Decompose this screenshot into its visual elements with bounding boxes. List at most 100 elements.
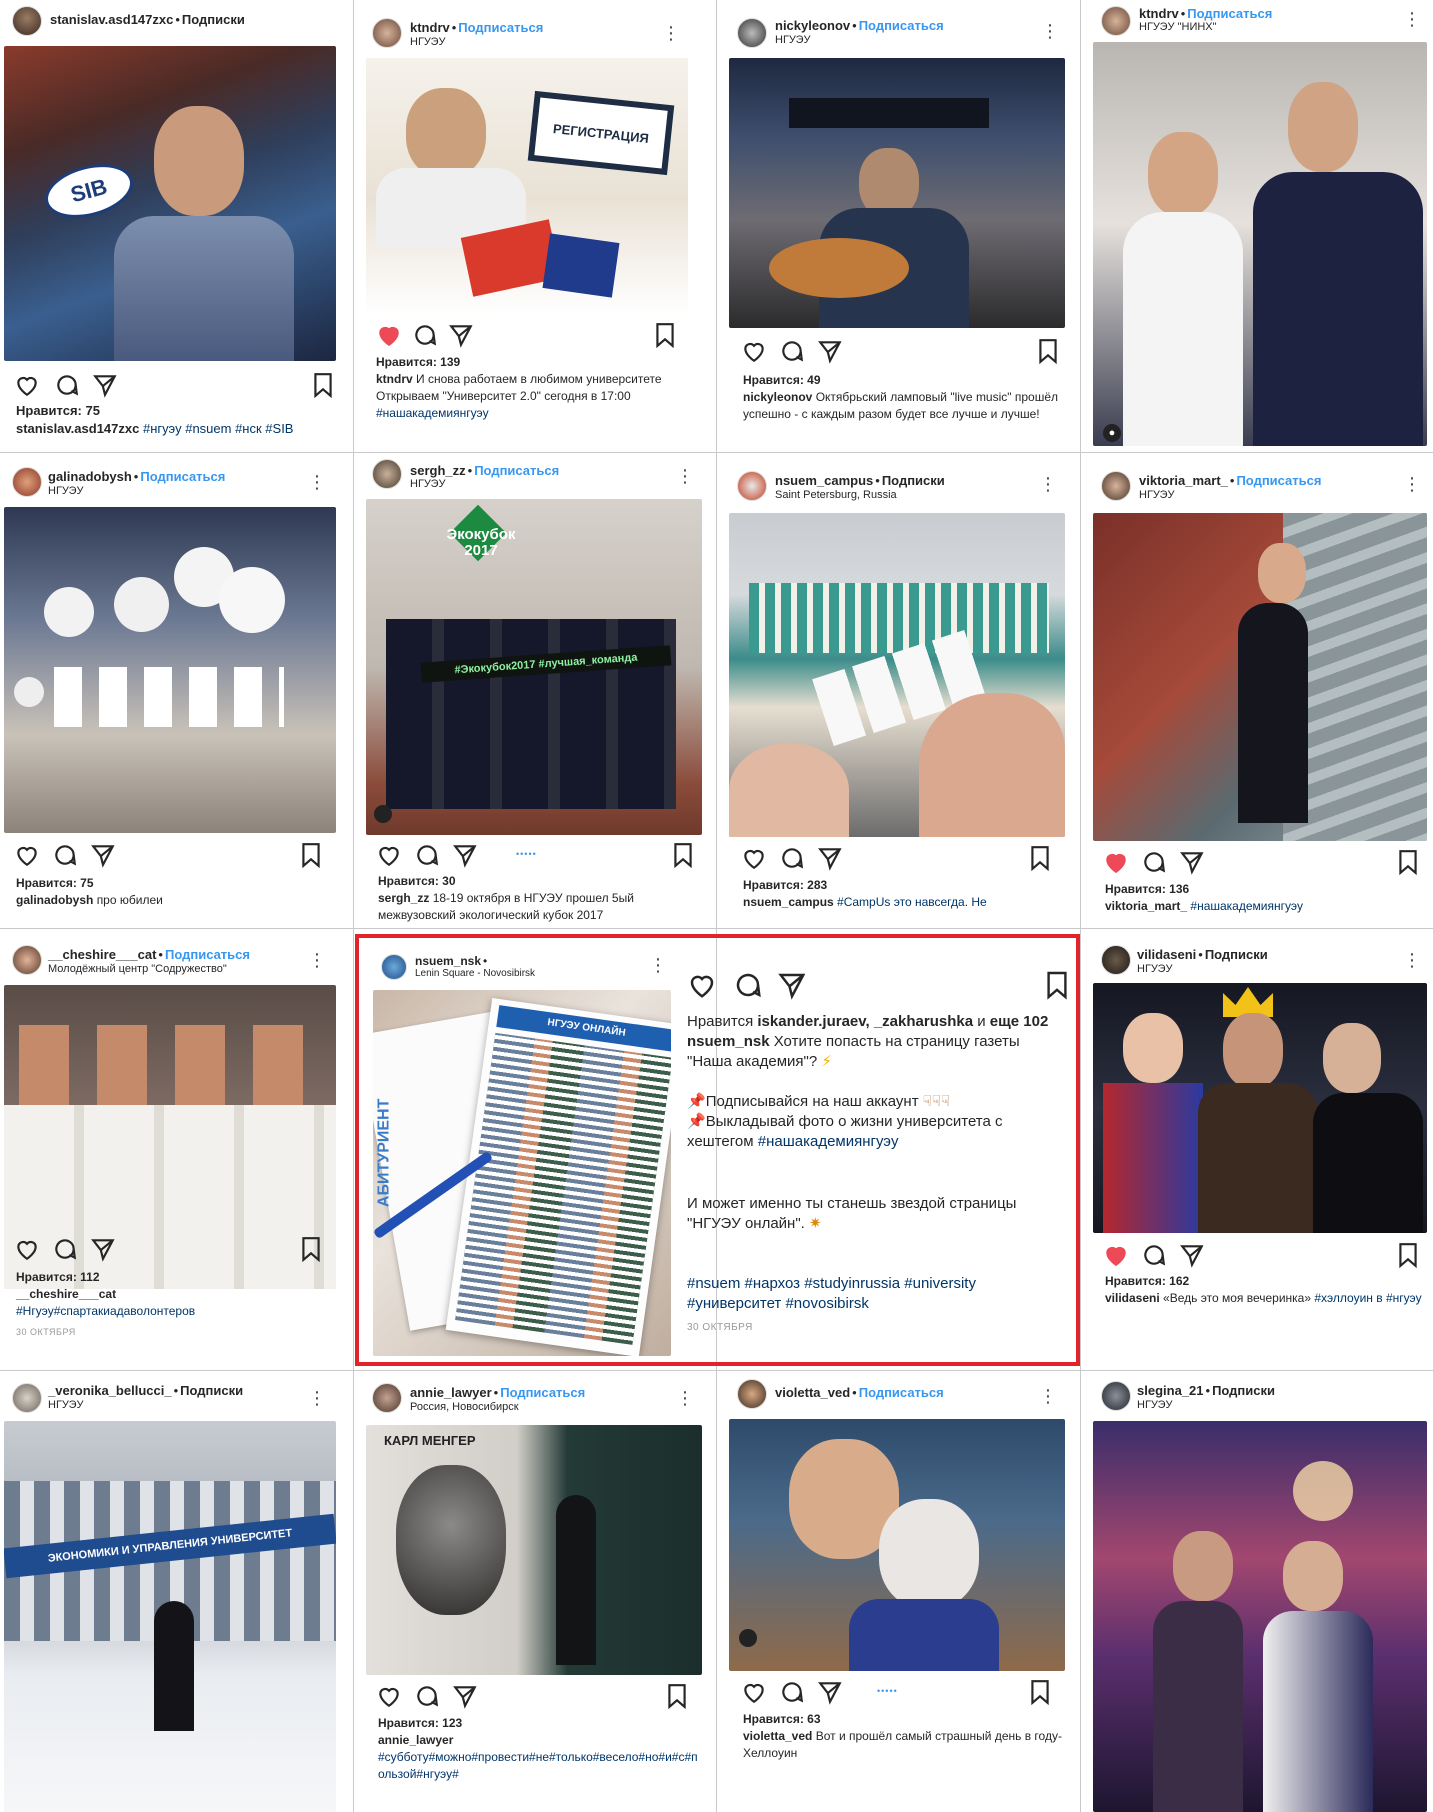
heart-icon[interactable] [741, 338, 767, 364]
post-location[interactable]: Молодёжный центр "Содружество" [48, 963, 227, 975]
post-photo[interactable]: АБИТУРИЕНТ НГУЭУ ОНЛАЙН [373, 990, 671, 1356]
post-photo[interactable]: Экокубок 2017 #Экокубок2017 #лучшая_кома… [366, 499, 702, 835]
more-icon[interactable]: ⋮ [1403, 951, 1427, 969]
heart-icon[interactable] [376, 322, 402, 348]
avatar[interactable] [1101, 471, 1131, 501]
comment-icon[interactable] [52, 842, 78, 868]
username[interactable]: annie_lawyer [410, 1385, 492, 1400]
more-icon[interactable]: ⋮ [1041, 22, 1073, 40]
avatar[interactable] [372, 1383, 402, 1413]
caption-username[interactable]: annie_lawyer [378, 1733, 453, 1747]
likes-more[interactable]: еще 102 [990, 1013, 1049, 1030]
post-location[interactable]: Saint Petersburg, Russia [775, 489, 897, 501]
comment-icon[interactable] [1141, 849, 1167, 875]
post-photo[interactable] [4, 507, 336, 833]
hashtags[interactable]: #субботу#можно#провести#не#только#весело… [378, 1749, 704, 1783]
likes-count[interactable]: Нравится: 49 [743, 372, 1063, 389]
username[interactable]: nickyleonov [775, 18, 850, 33]
likes-count[interactable]: Нравится: 30 [378, 873, 698, 890]
post-location[interactable]: НГУЭУ [1137, 1399, 1173, 1411]
bookmark-icon[interactable] [1037, 338, 1059, 364]
heart-icon[interactable] [14, 372, 40, 398]
likes-count[interactable]: Нравится: 112 [16, 1269, 336, 1286]
post-photo[interactable] [729, 58, 1065, 328]
username[interactable]: slegina_21 [1137, 1383, 1204, 1398]
caption-username[interactable]: sergh_zz [378, 891, 429, 905]
avatar[interactable] [12, 467, 42, 497]
avatar[interactable] [737, 1379, 767, 1409]
share-icon[interactable] [817, 845, 843, 871]
avatar[interactable] [1101, 945, 1131, 975]
bookmark-icon[interactable] [1029, 845, 1051, 871]
heart-icon[interactable] [376, 842, 402, 868]
avatar[interactable] [737, 471, 767, 501]
likes-count[interactable]: Нравится: 139 [376, 354, 706, 371]
comment-icon[interactable] [779, 845, 805, 871]
bookmark-icon[interactable] [654, 322, 676, 348]
follow-button[interactable]: Подписаться [1187, 6, 1272, 21]
post-location[interactable]: НГУЭУ [410, 478, 446, 490]
more-icon[interactable]: ⋮ [308, 1389, 346, 1407]
post-photo[interactable]: ЭКОНОМИКИ И УПРАВЛЕНИЯ УНИВЕРСИТЕТ [4, 1421, 336, 1812]
hashtags[interactable]: #nsuem #нархоз #studyinrussia #universit… [687, 1274, 1067, 1294]
post-location[interactable]: НГУЭУ [1139, 489, 1175, 501]
share-icon[interactable] [92, 372, 118, 398]
more-icon[interactable]: ⋮ [662, 24, 710, 42]
likes-count[interactable]: Нравится: 283 [743, 877, 1063, 894]
username[interactable]: nsuem_nsk [415, 954, 481, 968]
caption-text[interactable]: #нгуэу #nsuem #нск #SIB [143, 421, 294, 436]
share-icon[interactable] [448, 322, 474, 348]
post-location[interactable]: Lenin Square - Novosibirsk [415, 968, 535, 979]
follow-button[interactable]: Подписаться [165, 947, 250, 962]
likes-count[interactable]: Нравится: 75 [16, 402, 346, 420]
avatar[interactable] [372, 18, 402, 48]
follow-status[interactable]: Подписки [1212, 1383, 1275, 1398]
username[interactable]: __cheshire___cat [48, 947, 156, 962]
post-photo[interactable]: SIB [4, 46, 336, 361]
comment-icon[interactable] [414, 842, 440, 868]
share-icon[interactable] [90, 842, 116, 868]
more-icon[interactable]: ⋮ [1403, 475, 1427, 493]
post-photo[interactable] [1093, 42, 1427, 446]
follow-button[interactable]: Подписаться [474, 463, 559, 478]
avatar[interactable] [1101, 1381, 1131, 1411]
avatar[interactable] [372, 459, 402, 489]
share-icon[interactable] [90, 1236, 116, 1262]
post-location[interactable]: НГУЭУ [410, 36, 446, 48]
caption-text[interactable]: #CampUs это навсегда. Не [837, 895, 987, 909]
avatar[interactable] [1101, 6, 1131, 36]
likes-count[interactable]: Нравится: 123 [378, 1715, 704, 1732]
heart-icon[interactable] [1103, 1242, 1129, 1268]
hashtag[interactable]: #нашакадемиянгуэу [376, 405, 706, 422]
user-tag-icon[interactable]: ● [1103, 424, 1121, 442]
post-photo[interactable] [1093, 513, 1427, 841]
bookmark-icon[interactable] [300, 1236, 322, 1262]
post-photo[interactable]: КАРЛ МЕНГЕР [366, 1425, 702, 1675]
avatar[interactable] [381, 954, 407, 980]
caption-username[interactable]: nickyleonov [743, 390, 812, 404]
username[interactable]: _veronika_bellucci_ [48, 1383, 172, 1398]
comment-icon[interactable] [414, 1683, 440, 1709]
share-icon[interactable] [817, 338, 843, 364]
avatar[interactable] [737, 18, 767, 48]
comment-icon[interactable] [412, 322, 438, 348]
heart-icon[interactable] [1103, 849, 1129, 875]
follow-button[interactable]: Подписаться [140, 469, 225, 484]
follow-button[interactable]: Подписаться [500, 1385, 585, 1400]
username[interactable]: violetta_ved [775, 1385, 850, 1400]
post-location[interactable]: НГУЭУ [48, 1399, 84, 1411]
follow-status[interactable]: Подписки [182, 12, 245, 27]
post-location[interactable]: НГУЭУ [1137, 963, 1173, 975]
bookmark-icon[interactable] [300, 842, 322, 868]
hashtag[interactable]: #хэллоуин в #нгуэу [1314, 1291, 1421, 1305]
username[interactable]: vilidaseni [1137, 947, 1196, 962]
bookmark-icon[interactable] [666, 1683, 688, 1709]
heart-icon[interactable] [687, 970, 717, 1000]
follow-status[interactable]: Подписки [180, 1383, 243, 1398]
username[interactable]: ktndrv [410, 20, 450, 35]
more-icon[interactable]: ⋮ [676, 1389, 710, 1407]
likes-count[interactable]: Нравится: 75 [16, 875, 336, 892]
username[interactable]: viktoria_mart_ [1139, 473, 1228, 488]
post-location[interactable]: НГУЭУ "НИНХ" [1139, 21, 1217, 33]
follow-button[interactable]: Подписаться [859, 18, 944, 33]
